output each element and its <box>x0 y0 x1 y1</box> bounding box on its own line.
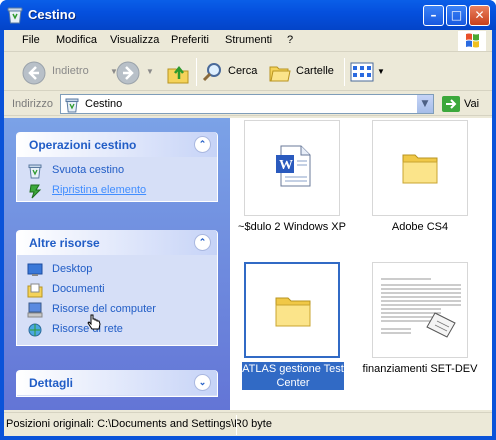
windows-logo-icon <box>458 31 486 51</box>
explorer-window: Cestino – □ ✕ File Modifica Visualizza P… <box>0 0 496 440</box>
menu-preferiti[interactable]: Preferiti <box>171 34 209 46</box>
documents-folder-icon <box>27 283 43 298</box>
empty-bin-icon <box>28 164 42 179</box>
minimize-button[interactable]: – <box>423 5 444 26</box>
file-name: ~$dulo 2 Windows XP <box>238 221 346 233</box>
forward-arrow-icon <box>116 61 140 85</box>
back-arrow-icon <box>22 61 46 85</box>
views-icon <box>350 62 374 82</box>
forward-button[interactable]: ▼ <box>116 61 156 85</box>
folder-icon <box>275 297 311 327</box>
up-folder-icon <box>167 65 189 84</box>
window-title: Cestino <box>28 7 76 22</box>
file-name: ATLAS gestione Test Center <box>242 362 344 390</box>
forward-dropdown-icon[interactable]: ▼ <box>146 67 154 76</box>
toolbar-separator <box>196 58 197 86</box>
file-item[interactable]: W ~$dulo 2 Windows XP <box>230 120 346 240</box>
views-dropdown-icon: ▼ <box>377 67 385 76</box>
other-places-title: Altre risorse <box>29 236 100 250</box>
go-arrow-icon[interactable] <box>442 96 460 112</box>
search-label: Cerca <box>228 65 258 77</box>
word-document-icon: W <box>276 145 311 187</box>
recycle-bin-icon <box>7 7 23 24</box>
close-button[interactable]: ✕ <box>469 5 490 26</box>
status-bar: Posizioni originali: C:\Documents and Se… <box>4 412 492 436</box>
menu-strumenti[interactable]: Strumenti <box>225 34 272 46</box>
hand-cursor-icon <box>87 314 101 330</box>
file-item[interactable]: Adobe CS4 <box>358 120 470 240</box>
recycle-bin-tasks-title: Operazioni cestino <box>29 138 137 152</box>
other-places-desktop[interactable]: Desktop <box>17 260 217 280</box>
maximize-button[interactable]: □ <box>446 5 467 26</box>
address-label: Indirizzo <box>12 98 53 110</box>
up-folder-button[interactable] <box>166 61 190 84</box>
expand-chevron-icon[interactable]: ⌄ <box>194 374 211 391</box>
folder-icon <box>402 154 438 184</box>
status-size: 0 byte <box>242 418 272 430</box>
file-thumbnail <box>372 120 468 216</box>
menu-visualizza[interactable]: Visualizza <box>110 34 159 46</box>
collapse-chevron-icon[interactable]: ⌃ <box>194 136 211 153</box>
address-bar: Indirizzo Cestino ▼ Vai <box>4 92 492 116</box>
toolbar-separator <box>344 58 345 86</box>
svg-text:W: W <box>279 158 293 173</box>
folders-button[interactable]: Cartelle <box>268 61 338 83</box>
other-places-my-computer[interactable]: Risorse del computer <box>17 300 217 320</box>
my-computer-icon <box>27 302 43 318</box>
desktop-label: Desktop <box>52 263 93 275</box>
search-button[interactable]: Cerca <box>202 61 260 83</box>
empty-recycle-bin-label: Svuota cestino <box>52 164 125 176</box>
recycle-bin-tasks-header[interactable]: Operazioni cestino ⌃ <box>17 132 217 157</box>
restore-item-link[interactable]: Ripristina elemento <box>17 181 217 201</box>
back-button[interactable]: Indietro ▼ <box>22 61 120 85</box>
address-value: Cestino <box>85 98 123 110</box>
menu-help[interactable]: ? <box>287 34 293 46</box>
file-item[interactable]: finanziamenti SET-DEV <box>358 262 477 382</box>
recycle-bin-icon <box>65 98 79 113</box>
network-places-icon <box>28 323 42 337</box>
file-name: finanziamenti SET-DEV <box>362 363 478 375</box>
restore-icon <box>29 184 42 199</box>
go-button[interactable]: Vai <box>464 98 479 110</box>
menu-file[interactable]: File <box>22 34 40 46</box>
other-places-panel: Altre risorse ⌃ Desktop Documenti Risors… <box>16 230 218 346</box>
folders-label: Cartelle <box>296 65 334 77</box>
details-panel: Dettagli ⌄ <box>16 370 218 397</box>
window-body: File Modifica Visualizza Preferiti Strum… <box>4 30 492 436</box>
status-location: Posizioni originali: C:\Documents and Se… <box>6 418 243 430</box>
title-bar[interactable]: Cestino – □ ✕ <box>0 0 496 30</box>
search-icon <box>202 63 221 82</box>
recycle-bin-tasks-panel: Operazioni cestino ⌃ Svuota cestino Ripr… <box>16 132 218 202</box>
desktop-icon <box>27 263 43 276</box>
status-separator <box>236 415 237 435</box>
other-places-network[interactable]: Risorse di rete <box>17 320 217 340</box>
other-places-documents[interactable]: Documenti <box>17 280 217 300</box>
toolbar: Indietro ▼ ▼ Cerca Cartelle ▼ <box>4 53 492 91</box>
file-thumbnail <box>244 262 340 358</box>
file-name: Adobe CS4 <box>391 221 449 233</box>
file-view: W ~$dulo 2 Windows XP Adobe CS4 ATLAS ge… <box>230 118 492 410</box>
file-thumbnail: W <box>244 120 340 216</box>
restore-item-label: Ripristina elemento <box>52 184 147 196</box>
documents-label: Documenti <box>52 283 105 295</box>
menu-modifica[interactable]: Modifica <box>56 34 97 46</box>
my-computer-label: Risorse del computer <box>52 303 156 315</box>
menu-bar: File Modifica Visualizza Preferiti Strum… <box>4 30 492 52</box>
other-places-header[interactable]: Altre risorse ⌃ <box>17 230 217 255</box>
task-pane: Operazioni cestino ⌃ Svuota cestino Ripr… <box>4 118 230 410</box>
address-dropdown-icon[interactable]: ▼ <box>416 95 433 113</box>
address-input[interactable]: Cestino ▼ <box>60 94 434 114</box>
collapse-chevron-icon[interactable]: ⌃ <box>194 234 211 251</box>
folders-icon <box>269 66 291 82</box>
document-thumbnail <box>377 273 465 349</box>
file-thumbnail <box>372 262 468 358</box>
empty-recycle-bin-link[interactable]: Svuota cestino <box>17 161 217 181</box>
file-item-selected[interactable]: ATLAS gestione Test Center <box>230 262 344 390</box>
back-label: Indietro <box>52 65 89 77</box>
details-header[interactable]: Dettagli ⌄ <box>17 370 217 395</box>
details-title: Dettagli <box>29 376 74 390</box>
views-button[interactable]: ▼ <box>350 61 386 83</box>
